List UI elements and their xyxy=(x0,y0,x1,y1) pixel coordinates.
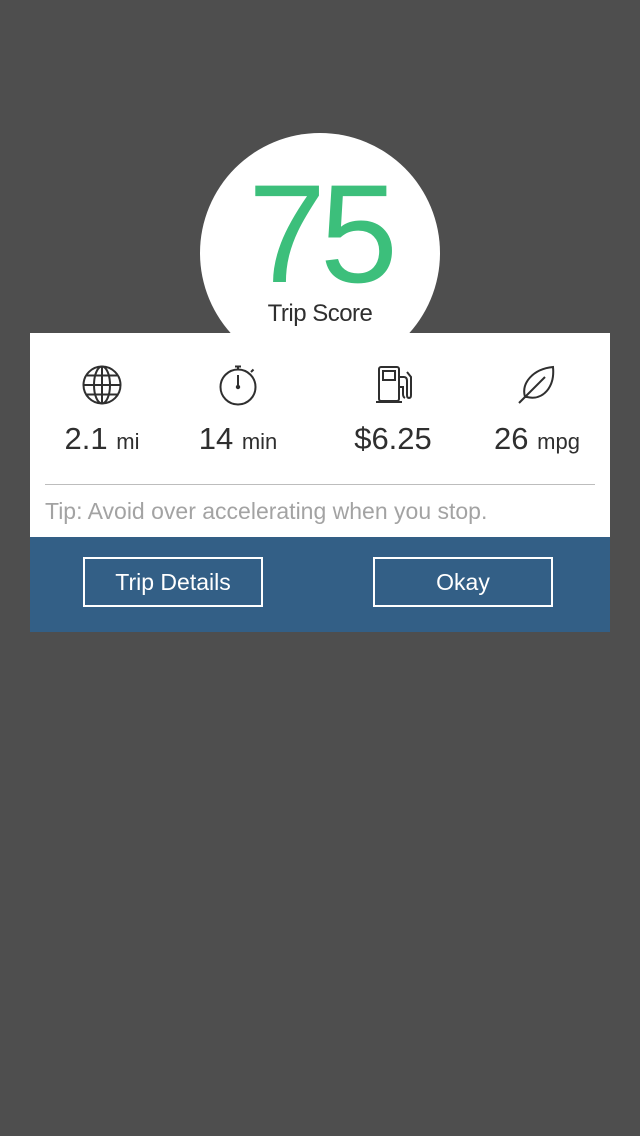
divider xyxy=(45,484,595,485)
fuel-cost-value: $6.25 xyxy=(313,419,473,459)
duration-number: 14 xyxy=(198,421,234,456)
globe-icon xyxy=(80,363,124,407)
duration-stat: 14 min xyxy=(158,363,318,463)
action-bar: Trip Details Okay xyxy=(30,537,610,632)
leaf-icon xyxy=(515,363,559,407)
duration-unit: min xyxy=(241,429,278,454)
mileage-unit: mpg xyxy=(537,429,580,454)
trip-details-button[interactable]: Trip Details xyxy=(83,557,263,607)
fuel-pump-icon xyxy=(371,363,415,407)
fuel-cost-number: $6.25 xyxy=(354,421,432,456)
okay-button[interactable]: Okay xyxy=(373,557,553,607)
stopwatch-icon xyxy=(216,363,260,407)
mileage-stat: 26 mpg xyxy=(457,363,617,463)
trip-stats: 2.1 mi 14 min $6.25 26 mpg xyxy=(30,363,610,463)
distance-number: 2.1 xyxy=(64,421,108,456)
trip-score-value: 75 xyxy=(248,155,398,312)
driving-tip: Tip: Avoid over accelerating when you st… xyxy=(45,498,488,524)
trip-score-label: Trip Score xyxy=(267,300,373,327)
trip-summary-card: 2.1 mi 14 min $6.25 26 mpg Tip: Avoid ov… xyxy=(30,333,610,632)
mileage-value: 26 mpg xyxy=(457,419,617,462)
mileage-number: 26 xyxy=(494,421,529,456)
distance-unit: mi xyxy=(116,429,140,454)
duration-value: 14 min xyxy=(158,419,318,462)
fuel-cost-stat: $6.25 xyxy=(313,363,473,463)
